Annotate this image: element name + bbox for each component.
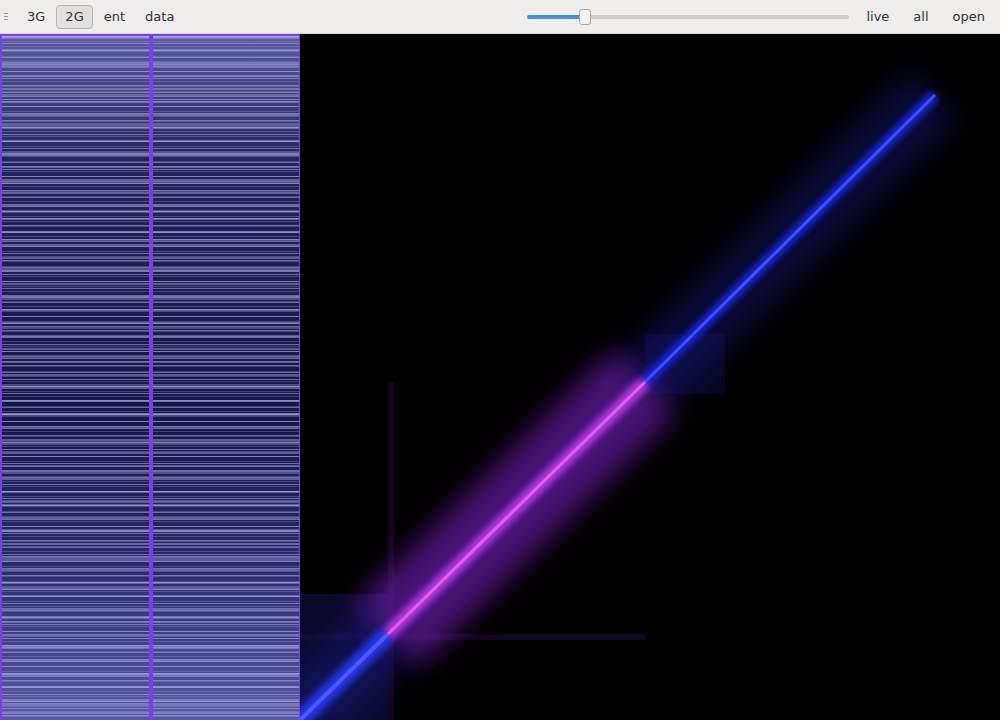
slider-handle[interactable]	[579, 9, 591, 25]
slider-fill	[527, 15, 585, 19]
mode-group: 3G2Gentdata	[18, 5, 183, 29]
mode-button[interactable]: data	[136, 5, 183, 29]
digram-canvas	[300, 34, 1000, 720]
action-button[interactable]: live	[857, 5, 898, 29]
minimap[interactable]	[0, 34, 300, 720]
digram-plot[interactable]	[300, 34, 1000, 720]
minimap-column[interactable]	[153, 36, 300, 720]
minimap-column[interactable]	[2, 36, 149, 720]
mode-button[interactable]: 2G	[56, 5, 92, 29]
action-button[interactable]: open	[944, 5, 994, 29]
toolbar: 3G2Gentdata liveallopen	[0, 0, 1000, 34]
mode-button[interactable]: 3G	[18, 5, 54, 29]
view-area	[0, 34, 1000, 720]
grip-icon[interactable]	[4, 12, 8, 22]
action-button[interactable]: all	[904, 5, 937, 29]
action-group: liveallopen	[857, 5, 994, 29]
slider-track[interactable]	[527, 15, 849, 19]
zoom-slider[interactable]	[527, 7, 849, 27]
binary-visualizer: 3G2Gentdata liveallopen	[0, 0, 1000, 720]
mode-button[interactable]: ent	[95, 5, 134, 29]
